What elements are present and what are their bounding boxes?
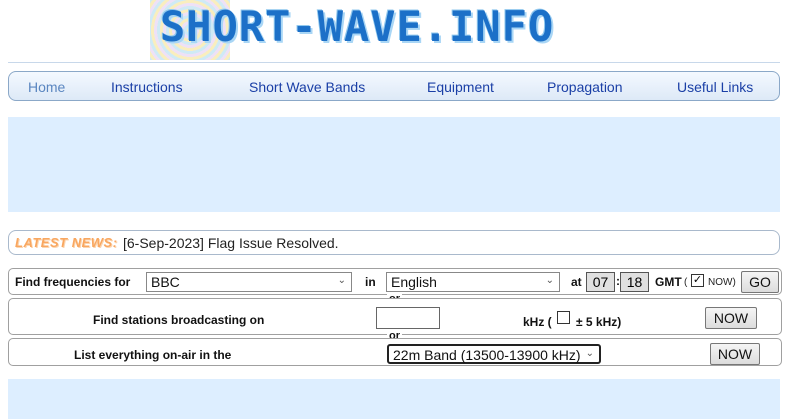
- tolerance-label: ± 5 kHz): [576, 315, 622, 329]
- now-paren-open: (: [684, 277, 688, 288]
- latest-news-text: [6-Sep-2023] Flag Issue Resolved.: [123, 235, 339, 251]
- broadcasting-on-label: Find stations broadcasting on: [93, 313, 265, 327]
- language-value: English: [391, 274, 437, 290]
- nav-useful-links[interactable]: Useful Links: [677, 79, 753, 95]
- tolerance-checkbox[interactable]: [557, 311, 570, 324]
- now-checkbox[interactable]: ✓: [691, 274, 704, 287]
- chevron-down-icon: ⌄: [545, 275, 554, 286]
- logo-text: SHORT-WAVE.INFO: [160, 2, 555, 51]
- nav-home[interactable]: Home: [28, 79, 65, 95]
- chevron-down-icon: ⌄: [585, 348, 594, 359]
- now-checkbox-label: NOW): [708, 277, 736, 288]
- ad-banner-top: [8, 117, 780, 212]
- header-divider: [8, 62, 780, 63]
- in-label: in: [365, 275, 376, 289]
- go-button[interactable]: GO: [741, 271, 779, 293]
- nav-propagation[interactable]: Propagation: [547, 79, 623, 95]
- nav-instructions[interactable]: Instructions: [111, 79, 183, 95]
- at-label: at: [571, 275, 582, 289]
- nav-short-wave-bands[interactable]: Short Wave Bands: [249, 79, 365, 95]
- site-logo[interactable]: SHORT-WAVE.INFO: [140, 0, 640, 60]
- hour-input[interactable]: 07: [586, 272, 615, 292]
- language-select[interactable]: English ⌄: [386, 272, 560, 292]
- minute-input[interactable]: 18: [620, 272, 649, 292]
- latest-news-bar: LATEST NEWS: [6-Sep-2023] Flag Issue Res…: [8, 230, 780, 255]
- nav-equipment[interactable]: Equipment: [427, 79, 494, 95]
- frequency-khz-input[interactable]: [376, 307, 440, 329]
- find-frequencies-label: Find frequencies for: [15, 275, 131, 289]
- find-frequencies-row: Find frequencies for BBC ⌄ in English ⌄ …: [8, 268, 782, 295]
- station-value: BBC: [151, 274, 180, 290]
- station-select[interactable]: BBC ⌄: [146, 272, 352, 292]
- latest-news-label: LATEST NEWS:: [15, 235, 118, 250]
- on-air-now-button[interactable]: NOW: [710, 343, 760, 365]
- ad-banner-bottom: [8, 379, 780, 419]
- broadcast-now-button[interactable]: NOW: [705, 307, 757, 329]
- chevron-down-icon: ⌄: [337, 275, 346, 286]
- on-air-label: List everything on-air in the: [74, 348, 232, 362]
- band-value: 22m Band (13500-13900 kHz): [393, 347, 581, 363]
- main-nav: Home Instructions Short Wave Bands Equip…: [8, 71, 780, 101]
- band-select[interactable]: 22m Band (13500-13900 kHz) ⌄: [387, 344, 601, 364]
- gmt-label: GMT: [655, 275, 682, 289]
- on-air-row: List everything on-air in the 22m Band (…: [8, 338, 782, 366]
- khz-label: kHz (: [523, 315, 552, 329]
